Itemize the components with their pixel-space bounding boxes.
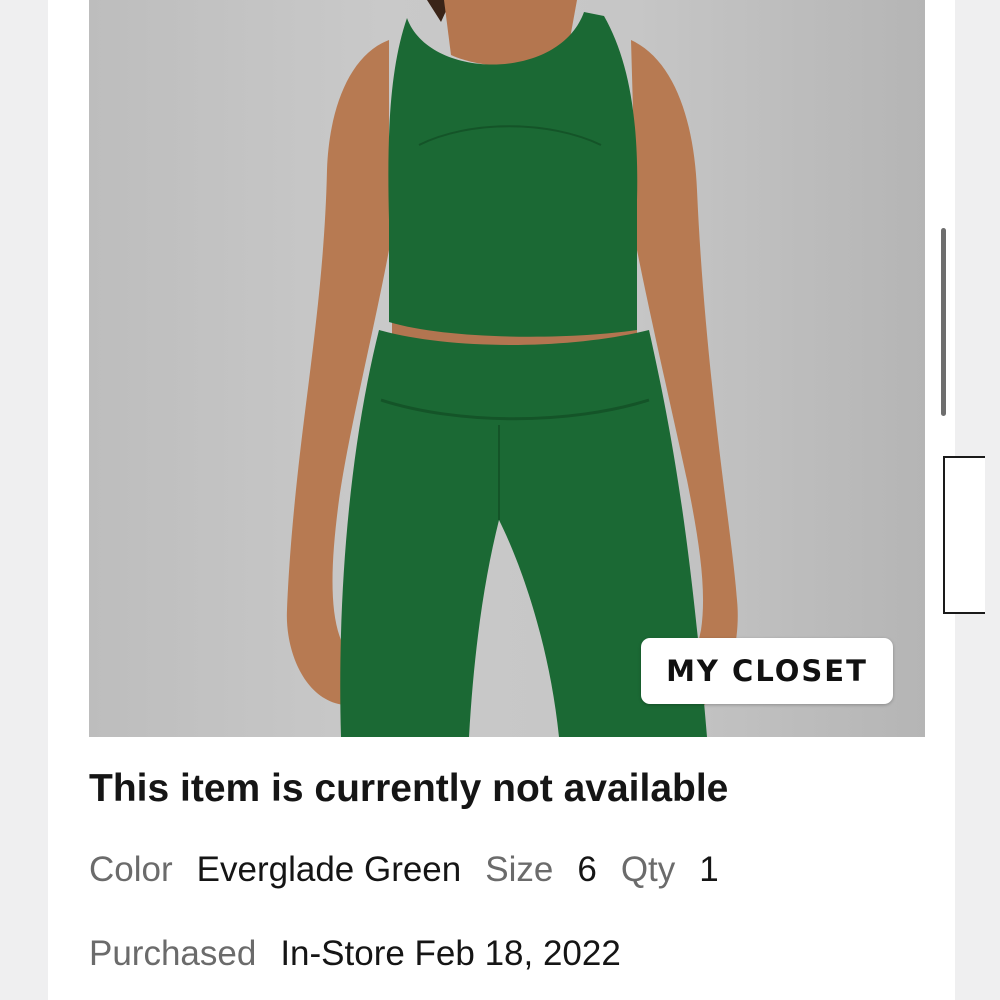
my-closet-badge[interactable]: MY CLOSET xyxy=(641,638,893,704)
qty-label: Qty xyxy=(620,850,676,889)
scrollbar[interactable] xyxy=(941,228,946,416)
purchase-row: Purchased In-Store Feb 18, 2022 xyxy=(89,934,621,974)
product-photo-illustration xyxy=(286,0,738,737)
purchased-label: Purchased xyxy=(89,934,257,973)
size-value: 6 xyxy=(577,850,597,889)
color-label: Color xyxy=(89,850,173,889)
size-label: Size xyxy=(485,850,554,889)
color-value: Everglade Green xyxy=(196,850,462,889)
purchased-value: In-Store Feb 18, 2022 xyxy=(280,934,621,973)
product-image[interactable]: MY CLOSET xyxy=(89,0,925,737)
side-panel-peek[interactable] xyxy=(943,456,985,614)
availability-status: This item is currently not available xyxy=(89,767,729,810)
qty-value: 1 xyxy=(699,850,719,889)
item-details-row: Color Everglade Green Size 6 Qty 1 xyxy=(89,850,719,890)
